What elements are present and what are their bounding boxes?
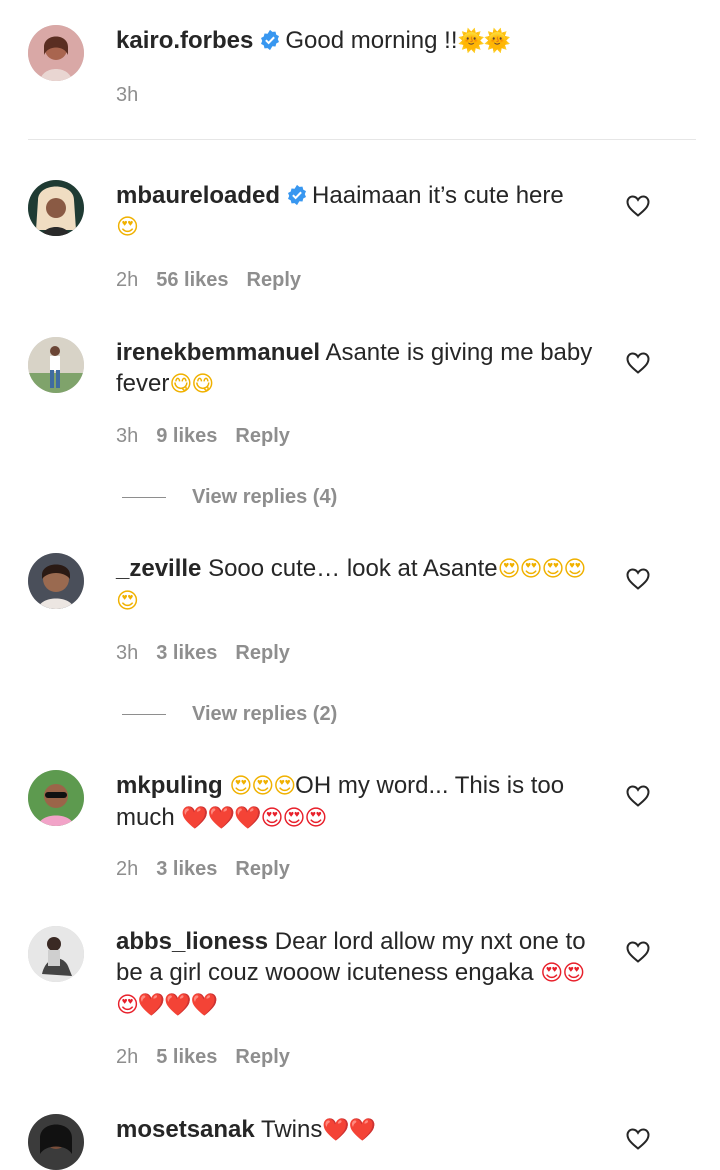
- like-count[interactable]: 3 likes: [156, 858, 217, 880]
- view-replies: View replies (2): [122, 703, 337, 726]
- avatar[interactable]: [28, 180, 84, 236]
- verified-badge-icon: [288, 184, 307, 206]
- reply-button[interactable]: Reply: [235, 1046, 289, 1068]
- heart-outline-icon[interactable]: [626, 195, 650, 217]
- emoji: 😍😍😍: [229, 774, 296, 799]
- username[interactable]: irenekbemmanuel: [116, 339, 320, 366]
- like-count[interactable]: 3 likes: [156, 642, 217, 664]
- username[interactable]: _zeville: [116, 555, 201, 582]
- comment-body: irenekbemmanuel Asante is giving me baby…: [116, 337, 606, 400]
- comment-text: Good morning !!: [285, 27, 458, 54]
- comment-text: Haaimaan it’s cute here: [312, 182, 564, 209]
- timestamp: 2h: [116, 858, 139, 880]
- comment-meta: 2h 5 likes Reply: [116, 1046, 290, 1069]
- view-replies: View replies (4): [122, 486, 337, 509]
- avatar[interactable]: [28, 926, 84, 982]
- timestamp: 2h: [116, 269, 139, 291]
- reply-line: [122, 714, 166, 716]
- emoji: 😍: [116, 215, 139, 240]
- avatar[interactable]: [28, 337, 84, 393]
- comment-text: Twins: [260, 1116, 323, 1143]
- heart-outline-icon[interactable]: [626, 568, 650, 590]
- verified-badge-icon: [261, 29, 280, 51]
- emoji: 😋😋: [169, 372, 214, 397]
- heart-outline-icon[interactable]: [626, 1128, 650, 1150]
- avatar[interactable]: [28, 553, 84, 609]
- reply-button[interactable]: Reply: [247, 269, 301, 291]
- comment-meta: 2h 56 likes Reply: [116, 269, 301, 292]
- username[interactable]: kairo.forbes: [116, 27, 253, 54]
- username[interactable]: mosetsanak: [116, 1116, 255, 1143]
- timestamp: 3h: [116, 425, 139, 447]
- username[interactable]: mbaureloaded: [116, 182, 280, 209]
- username[interactable]: abbs_lioness: [116, 928, 268, 955]
- reply-button[interactable]: Reply: [235, 642, 289, 664]
- reply-button[interactable]: Reply: [235, 858, 289, 880]
- avatar[interactable]: [28, 1114, 84, 1170]
- heart-outline-icon[interactable]: [626, 785, 650, 807]
- like-count[interactable]: 56 likes: [156, 269, 228, 291]
- like-count[interactable]: 5 likes: [156, 1046, 217, 1068]
- avatar[interactable]: [28, 25, 84, 81]
- divider: [28, 139, 696, 140]
- heart-outline-icon[interactable]: [626, 941, 650, 963]
- comment-body: _zeville Sooo cute… look at Asante😍😍😍😍😍: [116, 553, 606, 617]
- timestamp: 3h: [116, 84, 139, 106]
- heart-outline-icon[interactable]: [626, 352, 650, 374]
- emoji: ❤️❤️: [322, 1118, 376, 1143]
- comment-body: mosetsanak Twins❤️❤️: [116, 1114, 606, 1146]
- comment-meta: 3h 3 likes Reply: [116, 642, 290, 665]
- comment-body: kairo.forbes Good morning !!🌞🌞: [116, 25, 606, 57]
- comment-body: abbs_lioness Dear lord allow my nxt one …: [116, 926, 606, 1021]
- emoji: 🌞🌞: [457, 29, 511, 54]
- comment-body: mbaureloaded Haaimaan it’s cute here 😍: [116, 180, 606, 243]
- comment-body: mkpuling 😍😍😍OH my word... This is too mu…: [116, 770, 606, 834]
- like-count[interactable]: 9 likes: [156, 425, 217, 447]
- view-replies-button[interactable]: View replies (4): [192, 486, 337, 508]
- comment-meta: 3h: [116, 84, 138, 107]
- reply-line: [122, 497, 166, 499]
- timestamp: 3h: [116, 642, 139, 664]
- username[interactable]: mkpuling: [116, 772, 223, 799]
- timestamp: 2h: [116, 1046, 139, 1068]
- reply-button[interactable]: Reply: [235, 425, 289, 447]
- view-replies-button[interactable]: View replies (2): [192, 703, 337, 725]
- comment-meta: 3h 9 likes Reply: [116, 425, 290, 448]
- comment-meta: 2h 3 likes Reply: [116, 858, 290, 881]
- comment-text: Sooo cute… look at Asante: [208, 555, 498, 582]
- avatar[interactable]: [28, 770, 84, 826]
- emoji: ❤️❤️❤️😍😍😍: [181, 806, 327, 831]
